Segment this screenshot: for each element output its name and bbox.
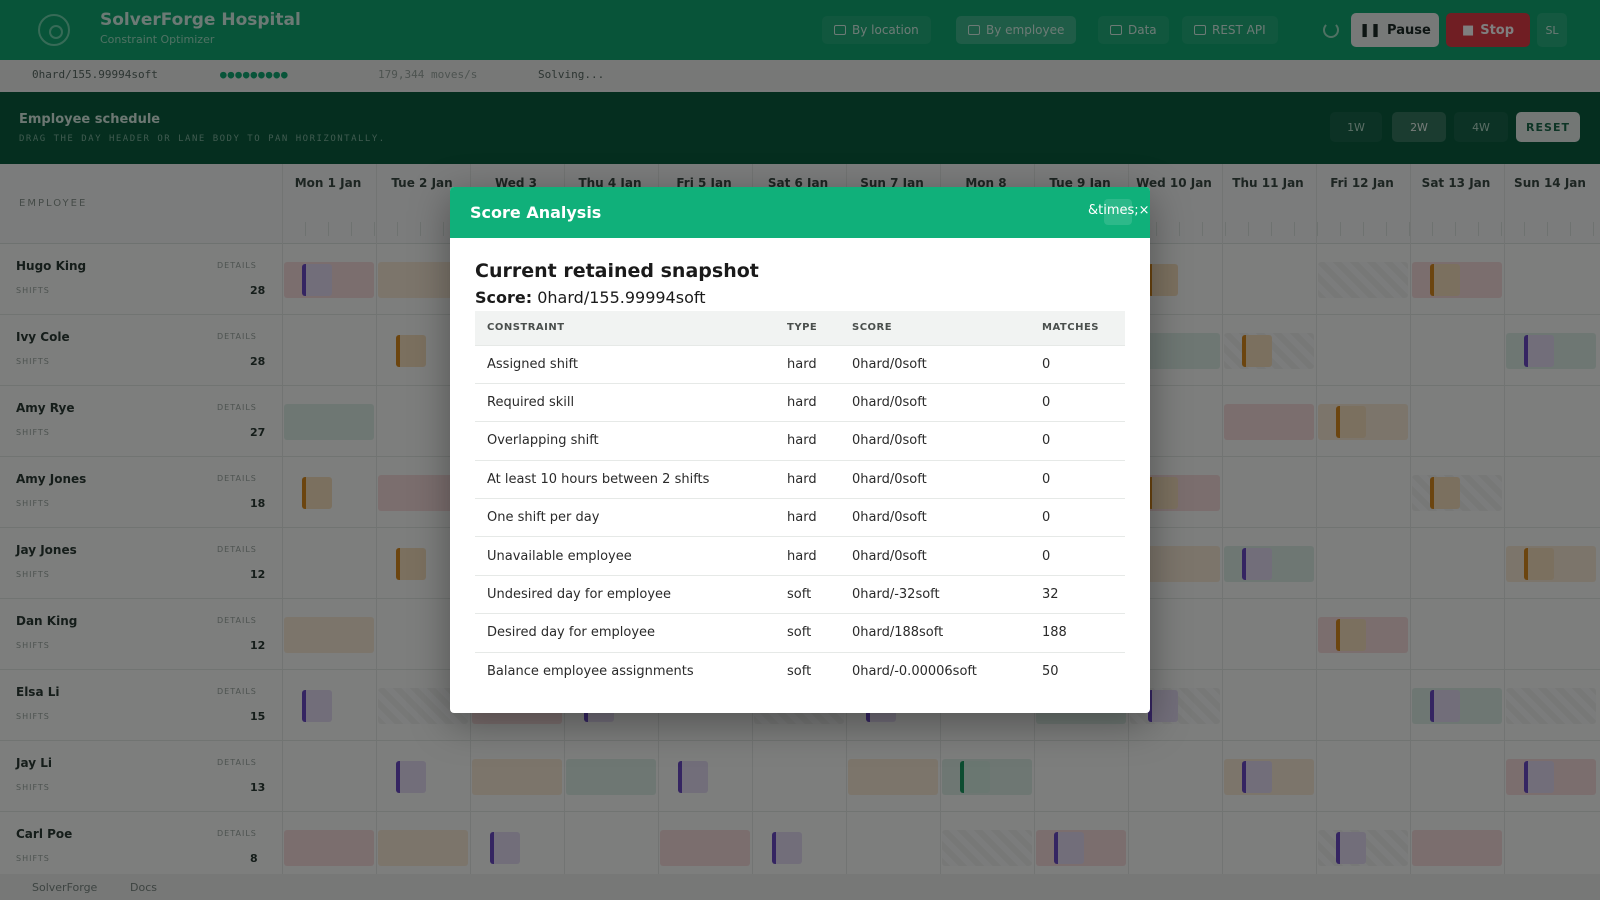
column-header-constraint: CONSTRAINT <box>487 322 565 334</box>
table-row: Required skill hard 0hard/0soft 0 <box>475 382 1125 422</box>
type-cell: hard <box>775 382 840 422</box>
score-cell: 0hard/-32soft <box>840 574 1030 614</box>
constraint-cell: Unavailable employee <box>475 536 775 576</box>
table-body: Assigned shift hard 0hard/0soft 0 Required s… <box>475 344 1125 691</box>
matches-cell: 0 <box>1030 344 1125 384</box>
score-cell: 0hard/-0.00006soft <box>840 651 1030 691</box>
table-row: Assigned shift hard 0hard/0soft 0 <box>475 344 1125 384</box>
matches-cell: 188 <box>1030 613 1125 653</box>
table-header-row: CONSTRAINT TYPE SCORE MATCHES <box>475 311 1125 345</box>
constraint-cell: Overlapping shift <box>475 421 775 461</box>
table-row: One shift per day hard 0hard/0soft 0 <box>475 498 1125 537</box>
matches-cell: 0 <box>1030 459 1125 499</box>
table-row: Balance employee assignments soft 0hard/-0… <box>475 651 1125 691</box>
matches-cell: 0 <box>1030 498 1125 537</box>
type-cell: soft <box>775 613 840 653</box>
table-row: Desired day for employee soft 0hard/188sof… <box>475 613 1125 653</box>
type-cell: soft <box>775 574 840 614</box>
column-header-type: TYPE <box>787 322 818 334</box>
constraint-cell: At least 10 hours between 2 shifts <box>475 459 775 499</box>
modal-title: Score Analysis <box>470 203 602 222</box>
score-cell: 0hard/0soft <box>840 536 1030 576</box>
type-cell: soft <box>775 651 840 691</box>
type-cell: hard <box>775 498 840 537</box>
constraint-table: CONSTRAINT TYPE SCORE MATCHES Assigned s… <box>475 311 1125 691</box>
close-icon[interactable]: &times;× <box>1088 203 1150 218</box>
modal-header: Score Analysis &times;× <box>450 187 1150 238</box>
snapshot-title: Current retained snapshot <box>475 260 759 282</box>
score-cell: 0hard/0soft <box>840 382 1030 422</box>
matches-cell: 0 <box>1030 421 1125 461</box>
column-header-score: SCORE <box>852 322 893 334</box>
matches-cell: 0 <box>1030 382 1125 422</box>
table-row: Overlapping shift hard 0hard/0soft 0 <box>475 421 1125 461</box>
table-row: Undesired day for employee soft 0hard/-32s… <box>475 574 1125 614</box>
matches-cell: 32 <box>1030 574 1125 614</box>
type-cell: hard <box>775 421 840 461</box>
column-header-matches: MATCHES <box>1042 322 1099 334</box>
score-label: Score: <box>475 288 533 307</box>
constraint-cell: Desired day for employee <box>475 613 775 653</box>
score-cell: 0hard/0soft <box>840 421 1030 461</box>
type-cell: hard <box>775 536 840 576</box>
score-cell: 0hard/0soft <box>840 344 1030 384</box>
constraint-cell: Assigned shift <box>475 344 775 384</box>
table-row: Unavailable employee hard 0hard/0soft 0 <box>475 536 1125 576</box>
score-line: Score: 0hard/155.99994soft <box>475 288 705 307</box>
score-cell: 0hard/0soft <box>840 498 1030 537</box>
score-cell: 0hard/188soft <box>840 613 1030 653</box>
constraint-cell: Required skill <box>475 382 775 422</box>
score-cell: 0hard/0soft <box>840 459 1030 499</box>
score-value: 0hard/155.99994soft <box>537 288 706 307</box>
constraint-cell: Balance employee assignments <box>475 651 775 691</box>
type-cell: hard <box>775 459 840 499</box>
constraint-cell: Undesired day for employee <box>475 574 775 614</box>
matches-cell: 50 <box>1030 651 1125 691</box>
type-cell: hard <box>775 344 840 384</box>
constraint-cell: One shift per day <box>475 498 775 537</box>
matches-cell: 0 <box>1030 536 1125 576</box>
score-analysis-modal: Score Analysis &times;× Current retained… <box>450 187 1150 713</box>
table-row: At least 10 hours between 2 shifts hard 0h… <box>475 459 1125 499</box>
